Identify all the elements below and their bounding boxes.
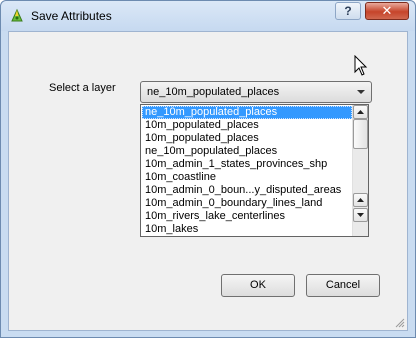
list-item[interactable]: 10m_admin_1_states_provinces_shp [142, 158, 352, 171]
list-item[interactable]: 10m_rivers_lake_centerlines [142, 210, 352, 223]
list-item[interactable]: 10m_admin_0_boundary_lines_land [142, 197, 352, 210]
list-item[interactable]: ne_10m_populated_places [142, 145, 352, 158]
window-title: Save Attributes [31, 9, 112, 23]
save-attributes-dialog: Save Attributes ? ✕ Select a layer ne_10… [0, 0, 416, 338]
combo-selected-value: ne_10m_populated_places [147, 86, 280, 98]
scroll-thumb[interactable] [353, 119, 368, 149]
chevron-up-icon [357, 198, 364, 202]
list-item[interactable]: 10m_populated_places [142, 119, 352, 132]
list-item[interactable]: ne_10m_populated_places [142, 106, 352, 119]
chevron-down-icon[interactable] [353, 84, 369, 100]
chevron-up-icon [357, 110, 364, 114]
cancel-button[interactable]: Cancel [306, 274, 380, 297]
scroll-down-button[interactable] [353, 208, 368, 222]
qgis-app-icon [11, 8, 23, 22]
chevron-down-icon [357, 213, 364, 217]
close-button[interactable]: ✕ [365, 2, 409, 20]
list-item[interactable]: 10m_coastline [142, 171, 352, 184]
dialog-body: Select a layer ne_10m_populated_places n… [8, 31, 408, 331]
list-item[interactable]: 10m_lakes [142, 223, 352, 236]
resize-grip-icon[interactable] [395, 318, 405, 328]
list-item[interactable]: 10m_admin_0_boun...y_disputed_areas [142, 184, 352, 197]
layer-combobox[interactable]: ne_10m_populated_places [140, 81, 372, 103]
title-bar[interactable]: Save Attributes ? ✕ [1, 1, 415, 31]
layer-dropdown-list[interactable]: ne_10m_populated_places 10m_populated_pl… [140, 104, 369, 237]
dropdown-scrollbar[interactable] [352, 105, 368, 236]
scroll-up-button[interactable] [353, 105, 368, 119]
ok-button[interactable]: OK [221, 274, 295, 297]
layer-label: Select a layer [49, 82, 116, 94]
scroll-up-button-lower[interactable] [353, 193, 368, 207]
mouse-cursor-icon [354, 55, 368, 76]
list-item[interactable]: 10m_populated_places [142, 132, 352, 145]
help-button[interactable]: ? [335, 2, 361, 20]
